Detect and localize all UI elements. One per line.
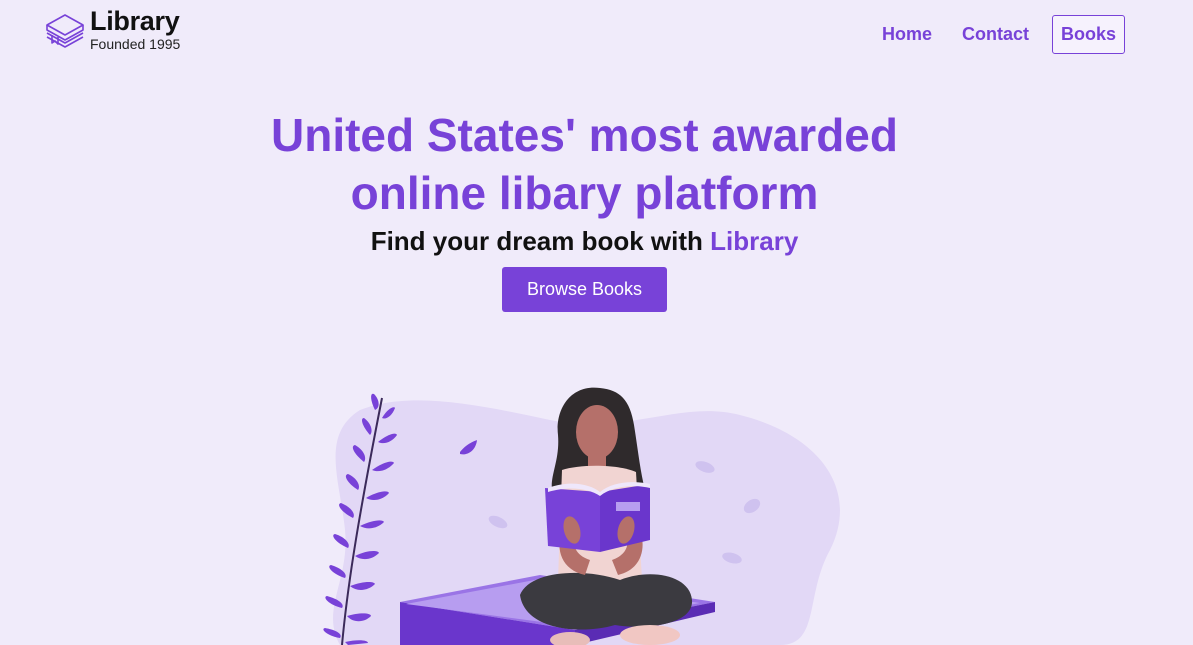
hero-title-line1: United States' most awarded xyxy=(271,109,898,161)
browse-books-button[interactable]: Browse Books xyxy=(502,267,667,312)
main-nav: Home Contact Books xyxy=(852,15,1125,54)
nav-home-link[interactable]: Home xyxy=(882,24,932,45)
page: Library Founded 1995 Home Contact Books … xyxy=(0,0,1193,645)
hero-title-line2: online libary platform xyxy=(350,167,819,219)
hero-subtitle-text: Find your dream book with xyxy=(370,226,711,256)
hero-subtitle: Find your dream book with Library xyxy=(0,226,1169,257)
logo-subtitle: Founded 1995 xyxy=(90,36,181,52)
stacked-books-icon xyxy=(46,13,84,48)
nav-contact-link[interactable]: Contact xyxy=(962,24,1029,45)
woman-reading-book-illustration xyxy=(323,387,840,645)
logo-title: Library xyxy=(90,6,180,36)
nav-books-link[interactable]: Books xyxy=(1051,15,1125,54)
logo-link[interactable]: Library Founded 1995 xyxy=(44,8,180,51)
hero-title: United States' most awarded online libar… xyxy=(0,106,1169,222)
logo-text: Library Founded 1995 xyxy=(90,6,181,52)
hero-subtitle-accent: Library xyxy=(710,226,799,256)
